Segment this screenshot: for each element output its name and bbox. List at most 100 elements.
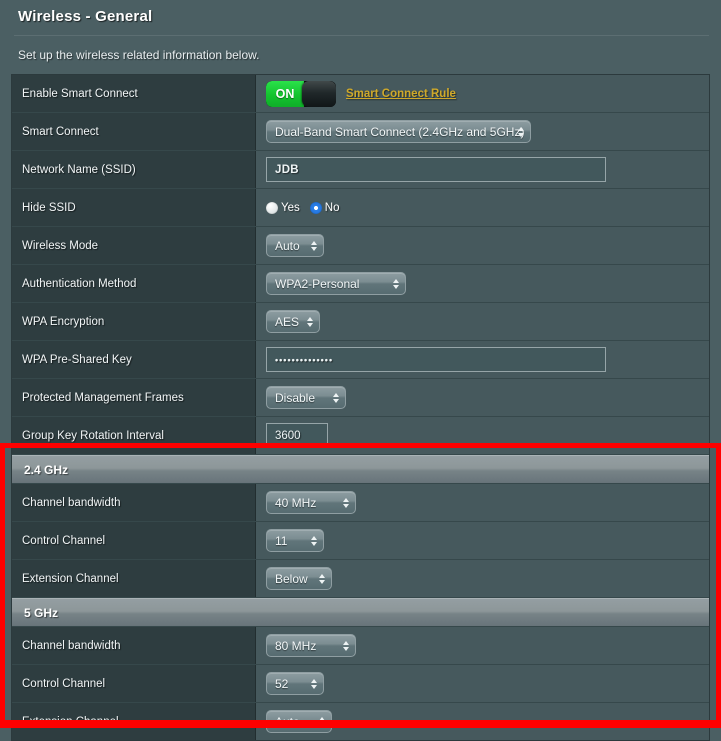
hide-ssid-radio-yes[interactable]: Yes xyxy=(266,201,300,214)
smart-connect-selected-value: Dual-Band Smart Connect (2.4GHz and 5GHz… xyxy=(275,124,525,139)
hide-ssid-radio-group: Yes No xyxy=(266,201,340,214)
wpa-encryption-selected-value: AES xyxy=(275,314,300,329)
section-title-5ghz: 5 GHz xyxy=(12,598,709,626)
label-enable-smart-connect: Enable Smart Connect xyxy=(12,75,256,112)
control-channel-24-select[interactable]: 11 xyxy=(266,529,324,552)
radio-unchecked-icon xyxy=(266,201,278,214)
label-protected-management-frames: Protected Management Frames xyxy=(12,379,256,416)
section-title-2-4ghz: 2.4 GHz xyxy=(12,455,709,483)
section-5ghz: 5 GHz xyxy=(12,598,709,627)
value-wpa-pre-shared-key: •••••••••••••• xyxy=(256,341,709,378)
value-24-control-channel: 11 xyxy=(256,522,709,559)
hide-ssid-yes-label: Yes xyxy=(281,201,300,214)
row-24-extension-channel: Extension Channel Below xyxy=(12,560,709,598)
authentication-method-select[interactable]: WPA2-Personal xyxy=(266,272,406,295)
row-enable-smart-connect: Enable Smart Connect ON Smart Connect Ru… xyxy=(12,75,709,113)
wireless-general-page: Wireless - General Set up the wireless r… xyxy=(0,0,721,741)
protected-management-frames-selected-value: Disable xyxy=(275,390,316,405)
chevron-updown-icon xyxy=(333,392,339,403)
value-5-control-channel: 52 xyxy=(256,665,709,702)
row-wpa-pre-shared-key: WPA Pre-Shared Key •••••••••••••• xyxy=(12,341,709,379)
page-description: Set up the wireless related information … xyxy=(18,48,260,62)
chevron-updown-icon xyxy=(319,716,325,727)
label-5-extension-channel: Extension Channel xyxy=(12,703,256,740)
extension-channel-24-selected-value: Below xyxy=(275,571,308,586)
value-enable-smart-connect: ON Smart Connect Rule xyxy=(256,75,709,112)
value-authentication-method: WPA2-Personal xyxy=(256,265,709,302)
value-protected-management-frames: Disable xyxy=(256,379,709,416)
chevron-updown-icon xyxy=(311,678,317,689)
label-24-channel-bandwidth: Channel bandwidth xyxy=(12,484,256,521)
value-wpa-encryption: AES xyxy=(256,303,709,340)
wireless-settings-table: Enable Smart Connect ON Smart Connect Ru… xyxy=(11,74,710,741)
chevron-updown-icon xyxy=(307,316,313,327)
channel-bandwidth-24-select[interactable]: 40 MHz xyxy=(266,491,356,514)
value-24-extension-channel: Below xyxy=(256,560,709,597)
page-title: Wireless - General xyxy=(18,8,153,25)
smart-connect-select[interactable]: Dual-Band Smart Connect (2.4GHz and 5GHz… xyxy=(266,120,531,143)
chevron-updown-icon xyxy=(343,640,349,651)
row-5-control-channel: Control Channel 52 xyxy=(12,665,709,703)
row-5-extension-channel: Extension Channel Auto xyxy=(12,703,709,741)
label-wpa-encryption: WPA Encryption xyxy=(12,303,256,340)
wpa-encryption-select[interactable]: AES xyxy=(266,310,320,333)
value-5-channel-bandwidth: 80 MHz xyxy=(256,627,709,664)
chevron-updown-icon xyxy=(311,240,317,251)
control-channel-5-select[interactable]: 52 xyxy=(266,672,324,695)
row-24-channel-bandwidth: Channel bandwidth 40 MHz xyxy=(12,484,709,522)
row-authentication-method: Authentication Method WPA2-Personal xyxy=(12,265,709,303)
control-channel-24-selected-value: 11 xyxy=(275,533,288,548)
value-smart-connect: Dual-Band Smart Connect (2.4GHz and 5GHz… xyxy=(256,113,709,150)
chevron-updown-icon xyxy=(343,497,349,508)
title-divider xyxy=(14,35,709,36)
label-network-name: Network Name (SSID) xyxy=(12,151,256,188)
value-wireless-mode: Auto xyxy=(256,227,709,264)
label-smart-connect: Smart Connect xyxy=(12,113,256,150)
extension-channel-24-select[interactable]: Below xyxy=(266,567,332,590)
hide-ssid-radio-no[interactable]: No xyxy=(309,201,340,214)
wireless-mode-select[interactable]: Auto xyxy=(266,234,324,257)
label-wpa-pre-shared-key: WPA Pre-Shared Key xyxy=(12,341,256,378)
chevron-updown-icon xyxy=(393,278,399,289)
ssid-input[interactable]: JDB xyxy=(266,157,606,182)
row-protected-management-frames: Protected Management Frames Disable xyxy=(12,379,709,417)
channel-bandwidth-5-selected-value: 80 MHz xyxy=(275,638,317,653)
wpa-pre-shared-key-input[interactable]: •••••••••••••• xyxy=(266,347,606,372)
row-wpa-encryption: WPA Encryption AES xyxy=(12,303,709,341)
label-authentication-method: Authentication Method xyxy=(12,265,256,302)
label-group-key-rotation-interval: Group Key Rotation Interval xyxy=(12,417,256,454)
wireless-mode-selected-value: Auto xyxy=(275,238,300,253)
toggle-knob xyxy=(302,80,336,107)
group-key-rotation-interval-input[interactable]: 3600 xyxy=(266,423,328,448)
value-5-extension-channel: Auto xyxy=(256,703,709,740)
row-hide-ssid: Hide SSID Yes No xyxy=(12,189,709,227)
value-group-key-rotation-interval: 3600 xyxy=(256,417,709,454)
chevron-updown-icon xyxy=(319,573,325,584)
radio-checked-icon xyxy=(309,201,322,214)
hide-ssid-no-label: No xyxy=(324,201,340,214)
value-network-name: JDB xyxy=(256,151,709,188)
row-5-channel-bandwidth: Channel bandwidth 80 MHz xyxy=(12,627,709,665)
extension-channel-5-select[interactable]: Auto xyxy=(266,710,332,733)
control-channel-5-selected-value: 52 xyxy=(275,676,289,691)
label-5-control-channel: Control Channel xyxy=(12,665,256,702)
chevron-updown-icon xyxy=(518,126,524,137)
extension-channel-5-selected-value: Auto xyxy=(275,714,300,729)
row-group-key-rotation-interval: Group Key Rotation Interval 3600 xyxy=(12,417,709,455)
protected-management-frames-select[interactable]: Disable xyxy=(266,386,346,409)
toggle-on-label: ON xyxy=(266,80,304,107)
page-header: Wireless - General xyxy=(0,0,721,26)
row-wireless-mode: Wireless Mode Auto xyxy=(12,227,709,265)
smart-connect-rule-link[interactable]: Smart Connect Rule xyxy=(346,88,456,100)
row-smart-connect: Smart Connect Dual-Band Smart Connect (2… xyxy=(12,113,709,151)
authentication-method-selected-value: WPA2-Personal xyxy=(275,276,360,291)
label-24-extension-channel: Extension Channel xyxy=(12,560,256,597)
label-24-control-channel: Control Channel xyxy=(12,522,256,559)
value-hide-ssid: Yes No xyxy=(256,189,709,226)
channel-bandwidth-5-select[interactable]: 80 MHz xyxy=(266,634,356,657)
value-24-channel-bandwidth: 40 MHz xyxy=(256,484,709,521)
smart-connect-toggle[interactable]: ON xyxy=(266,80,336,107)
chevron-updown-icon xyxy=(311,535,317,546)
label-5-channel-bandwidth: Channel bandwidth xyxy=(12,627,256,664)
row-network-name: Network Name (SSID) JDB xyxy=(12,151,709,189)
